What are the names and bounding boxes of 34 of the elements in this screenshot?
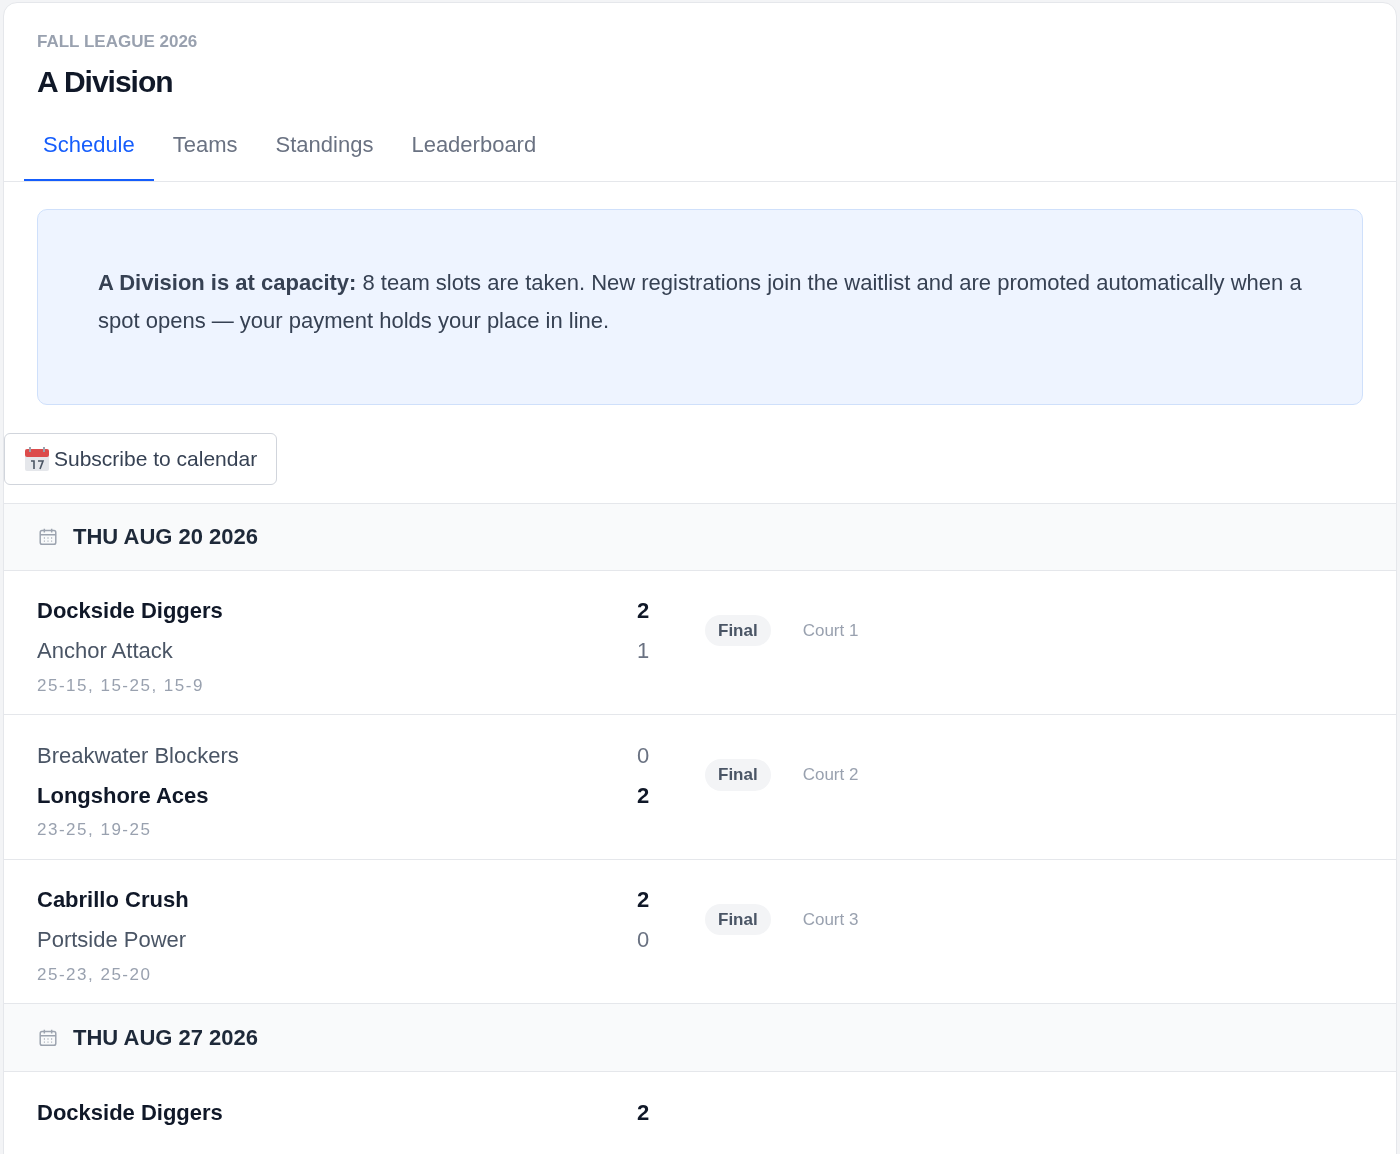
tab[interactable]: Schedule xyxy=(24,125,154,181)
league-label: FALL LEAGUE 2026 xyxy=(37,31,199,53)
team-name: Portside Power xyxy=(37,926,188,954)
team-name: Cabrillo Crush xyxy=(37,886,190,914)
team-name: Dockside Diggers xyxy=(37,597,224,625)
division-title: A Division xyxy=(37,63,174,100)
subscribe-button[interactable]: Subscribe to calendar xyxy=(4,432,278,485)
match-date: THU AUG 27 2026 xyxy=(73,1024,259,1052)
match-date: THU AUG 20 2026 xyxy=(73,523,259,551)
status-badge: Final xyxy=(705,614,771,647)
status-badge: Final xyxy=(705,759,771,791)
team-score: 2 xyxy=(637,1098,650,1127)
tab[interactable]: Teams xyxy=(153,125,257,181)
set-scores: 23-25, 19-25 xyxy=(37,819,153,841)
team-score: 2 xyxy=(637,886,650,914)
team-score: 1 xyxy=(637,637,650,665)
court-label: Court 2 xyxy=(802,764,859,787)
court-label: Court 1 xyxy=(802,619,859,642)
set-scores: 25-23, 25-20 xyxy=(37,963,153,986)
status-badge: Final xyxy=(705,903,771,936)
team-name: Dockside Diggers xyxy=(37,1098,224,1127)
tab[interactable]: Standings xyxy=(256,125,393,181)
team-score: 2 xyxy=(637,781,650,810)
tab[interactable]: Leaderboard xyxy=(392,125,556,181)
set-scores: 25-15, 15-25, 15-9 xyxy=(37,674,205,697)
team-name: Anchor Attack xyxy=(37,637,174,665)
team-name: Longshore Aces xyxy=(37,781,210,810)
team-score: 0 xyxy=(637,926,650,954)
team-name: Breakwater Blockers xyxy=(37,741,240,770)
team-score: 2 xyxy=(637,597,650,625)
court-label: Court 3 xyxy=(802,908,859,931)
capacity-notice: A Division is at capacity: 8 team slots are taken. New registrations join the waitlist and are promoted automatically when a spot opens — your payment holds your place in line. xyxy=(37,208,1363,405)
calendar-icon xyxy=(24,445,50,472)
team-score: 0 xyxy=(637,741,650,770)
